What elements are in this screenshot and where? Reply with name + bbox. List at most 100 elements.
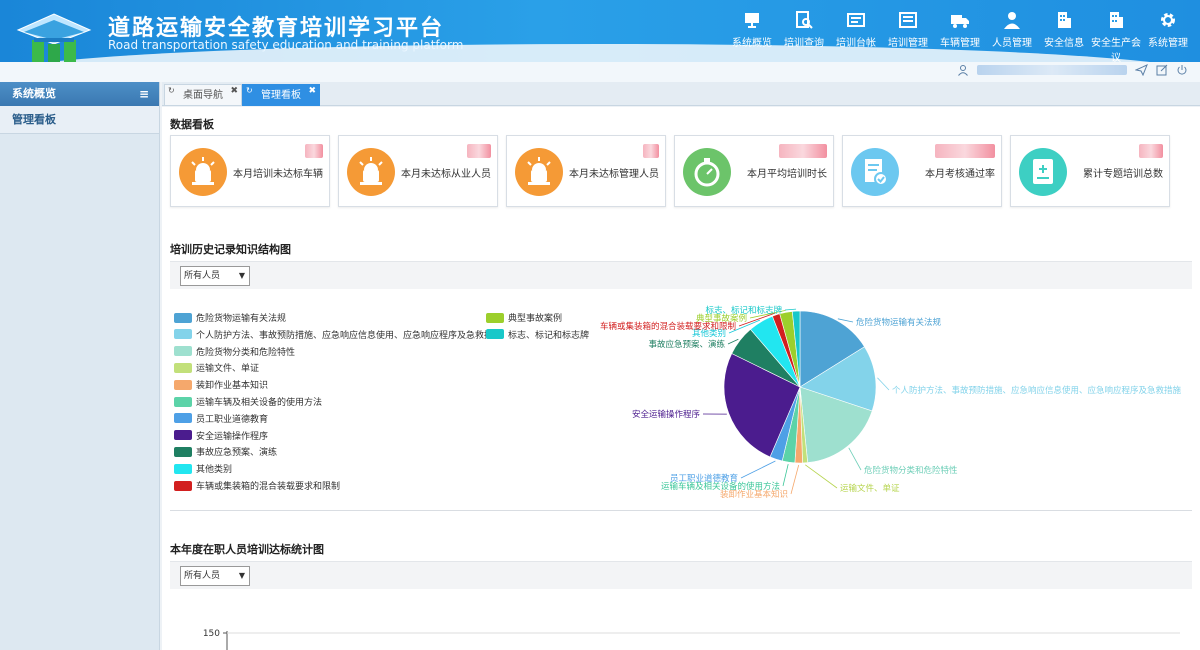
- knowledge-filter-select[interactable]: 所有人员 ▼: [180, 266, 250, 286]
- nav-item-0[interactable]: 系统概览: [726, 10, 778, 62]
- alarm-icon: [359, 157, 383, 185]
- refresh-icon[interactable]: ↻: [168, 80, 175, 102]
- logo-icon: [16, 13, 92, 62]
- nav-item-4[interactable]: 车辆管理: [934, 10, 986, 62]
- dashboard-title: 数据看板: [170, 118, 214, 131]
- card-value-redacted: [643, 144, 659, 158]
- main-content: 数据看板 本月培训未达标车辆 本月未达标从业人员 本月未达标管理人员 本月平均培训时长…: [162, 107, 1200, 650]
- pie-label: 事故应急预案、演练: [648, 339, 725, 350]
- nav-label: 系统管理: [1148, 38, 1188, 49]
- nav-label: 培训管理: [888, 38, 928, 49]
- sidebar-title: 系统概览: [12, 87, 56, 100]
- truck-icon: [951, 15, 969, 28]
- nav-item-6[interactable]: 安全信息: [1038, 10, 1090, 62]
- search-doc-icon: [796, 11, 813, 29]
- card-icon-circle: [515, 148, 563, 196]
- card-label: 累计专题培训总数: [1083, 169, 1163, 180]
- user-tools: [957, 64, 1188, 76]
- pie-label: 危险货物运输有关法规: [856, 317, 942, 328]
- tab-label: 管理看板: [261, 90, 301, 101]
- pie-label: 标志、标记和标志牌: [705, 305, 782, 316]
- tab-dashboard[interactable]: ↻ 管理看板 ✖: [242, 84, 320, 106]
- stopwatch-icon: [694, 158, 720, 187]
- card-icon-circle: [347, 148, 395, 196]
- card-value-redacted: [467, 144, 491, 158]
- pie-label: 员工职业道德教育: [670, 473, 738, 484]
- nav-label: 培训查询: [784, 38, 824, 49]
- nav-label: 培训台帐: [836, 38, 876, 49]
- nav-label: 人员管理: [992, 38, 1032, 49]
- building-icon: [1058, 12, 1071, 28]
- pie-leader-line: [837, 318, 854, 323]
- stat-card-3[interactable]: 本月平均培训时长: [674, 135, 834, 207]
- annual-chart-toolbar: 所有人员 ▼: [170, 561, 1192, 589]
- user-icon: [1004, 12, 1020, 29]
- pie-leader-line: [727, 338, 739, 345]
- top-nav: 系统概览 培训查询 培训台帐 培训管理 车辆管理 人员管理 安全信息 安全生产会议 系统管理: [726, 10, 1194, 62]
- card-label: 本月未达标管理人员: [569, 169, 659, 180]
- close-icon[interactable]: ✖: [230, 80, 238, 102]
- card-label: 本月培训未达标车辆: [233, 169, 323, 180]
- card-icon-circle: [683, 148, 731, 196]
- tab-bar: ↻ 桌面导航 ✖ ↻ 管理看板 ✖: [162, 82, 1200, 106]
- pie-label: 安全运输操作程序: [632, 409, 701, 420]
- nav-label: 系统概览: [732, 38, 772, 49]
- power-icon[interactable]: [1176, 64, 1188, 76]
- pie-label: 个人防护方法、事故预防措施、应急响应信息使用、应急响应程序及急救措施: [892, 385, 1182, 396]
- card-icon-circle: [851, 148, 899, 196]
- pie-label: 运输文件、单证: [840, 483, 900, 494]
- card-value-redacted: [1139, 144, 1163, 158]
- nav-item-5[interactable]: 人员管理: [986, 10, 1038, 62]
- edit-icon[interactable]: [1156, 64, 1168, 76]
- tab-desktop-nav[interactable]: ↻ 桌面导航 ✖: [164, 84, 242, 106]
- app-subtitle: Road transportation safety education and…: [108, 38, 464, 52]
- monitor-icon: [745, 13, 759, 28]
- alarm-icon: [527, 157, 551, 185]
- chevron-down-icon: ▼: [238, 271, 245, 280]
- ledger-icon: [847, 13, 865, 27]
- stat-card-5[interactable]: 累计专题培训总数: [1010, 135, 1170, 207]
- card-icon-circle: [1019, 148, 1067, 196]
- send-icon[interactable]: [1135, 64, 1148, 76]
- pie-chart: 危险货物运输有关法规个人防护方法、事故预防措施、应急响应信息使用、应急响应程序及…: [600, 305, 1182, 500]
- close-icon[interactable]: ✖: [308, 80, 316, 102]
- menu-icon[interactable]: ≡: [139, 82, 149, 106]
- knowledge-chart-toolbar: 所有人员 ▼: [170, 261, 1192, 289]
- pie-leader-line: [740, 460, 776, 479]
- nav-item-2[interactable]: 培训台帐: [830, 10, 882, 62]
- book-icon: [1033, 159, 1053, 184]
- sidebar: 系统概览 ≡ 管理看板: [0, 82, 160, 650]
- knowledge-chart-title: 培训历史记录知识结构图: [170, 243, 291, 256]
- stat-card-1[interactable]: 本月未达标从业人员: [338, 135, 498, 207]
- annual-filter-select[interactable]: 所有人员 ▼: [180, 566, 250, 586]
- refresh-icon[interactable]: ↻: [246, 80, 253, 102]
- card-value-redacted: [779, 144, 827, 158]
- y-tick-label: 150: [203, 629, 220, 639]
- nav-item-3[interactable]: 培训管理: [882, 10, 934, 62]
- user-icon[interactable]: [957, 64, 969, 76]
- nav-item-7[interactable]: 安全生产会议: [1090, 10, 1142, 62]
- annual-chart: 150: [203, 629, 1180, 650]
- stat-card-2[interactable]: 本月未达标管理人员: [506, 135, 666, 207]
- card-label: 本月未达标从业人员: [401, 169, 491, 180]
- sidebar-header: 系统概览 ≡: [0, 82, 159, 106]
- card-label: 本月考核通过率: [925, 169, 995, 180]
- alarm-icon: [191, 157, 215, 185]
- app-header: 道路运输安全教育培训学习平台 Road transportation safet…: [0, 0, 1200, 62]
- sidebar-item-dashboard[interactable]: 管理看板: [0, 106, 159, 134]
- pie-leader-line: [877, 377, 890, 391]
- nav-label: 安全信息: [1044, 38, 1084, 49]
- stat-card-0[interactable]: 本月培训未达标车辆: [170, 135, 330, 207]
- stat-card-4[interactable]: 本月考核通过率: [842, 135, 1002, 207]
- pie-leader-line: [782, 464, 789, 487]
- nav-item-8[interactable]: 系统管理: [1142, 10, 1194, 62]
- card-icon-circle: [179, 148, 227, 196]
- nav-label: 安全生产会议: [1091, 38, 1141, 62]
- document-check-icon: [865, 159, 888, 186]
- training-icon: [899, 12, 917, 28]
- annual-chart-title: 本年度在职人员培训达标统计图: [170, 543, 324, 556]
- nav-item-1[interactable]: 培训查询: [778, 10, 830, 62]
- pie-leader-line: [805, 464, 838, 489]
- pie-leader-line: [784, 308, 797, 311]
- chevron-down-icon: ▼: [238, 571, 245, 580]
